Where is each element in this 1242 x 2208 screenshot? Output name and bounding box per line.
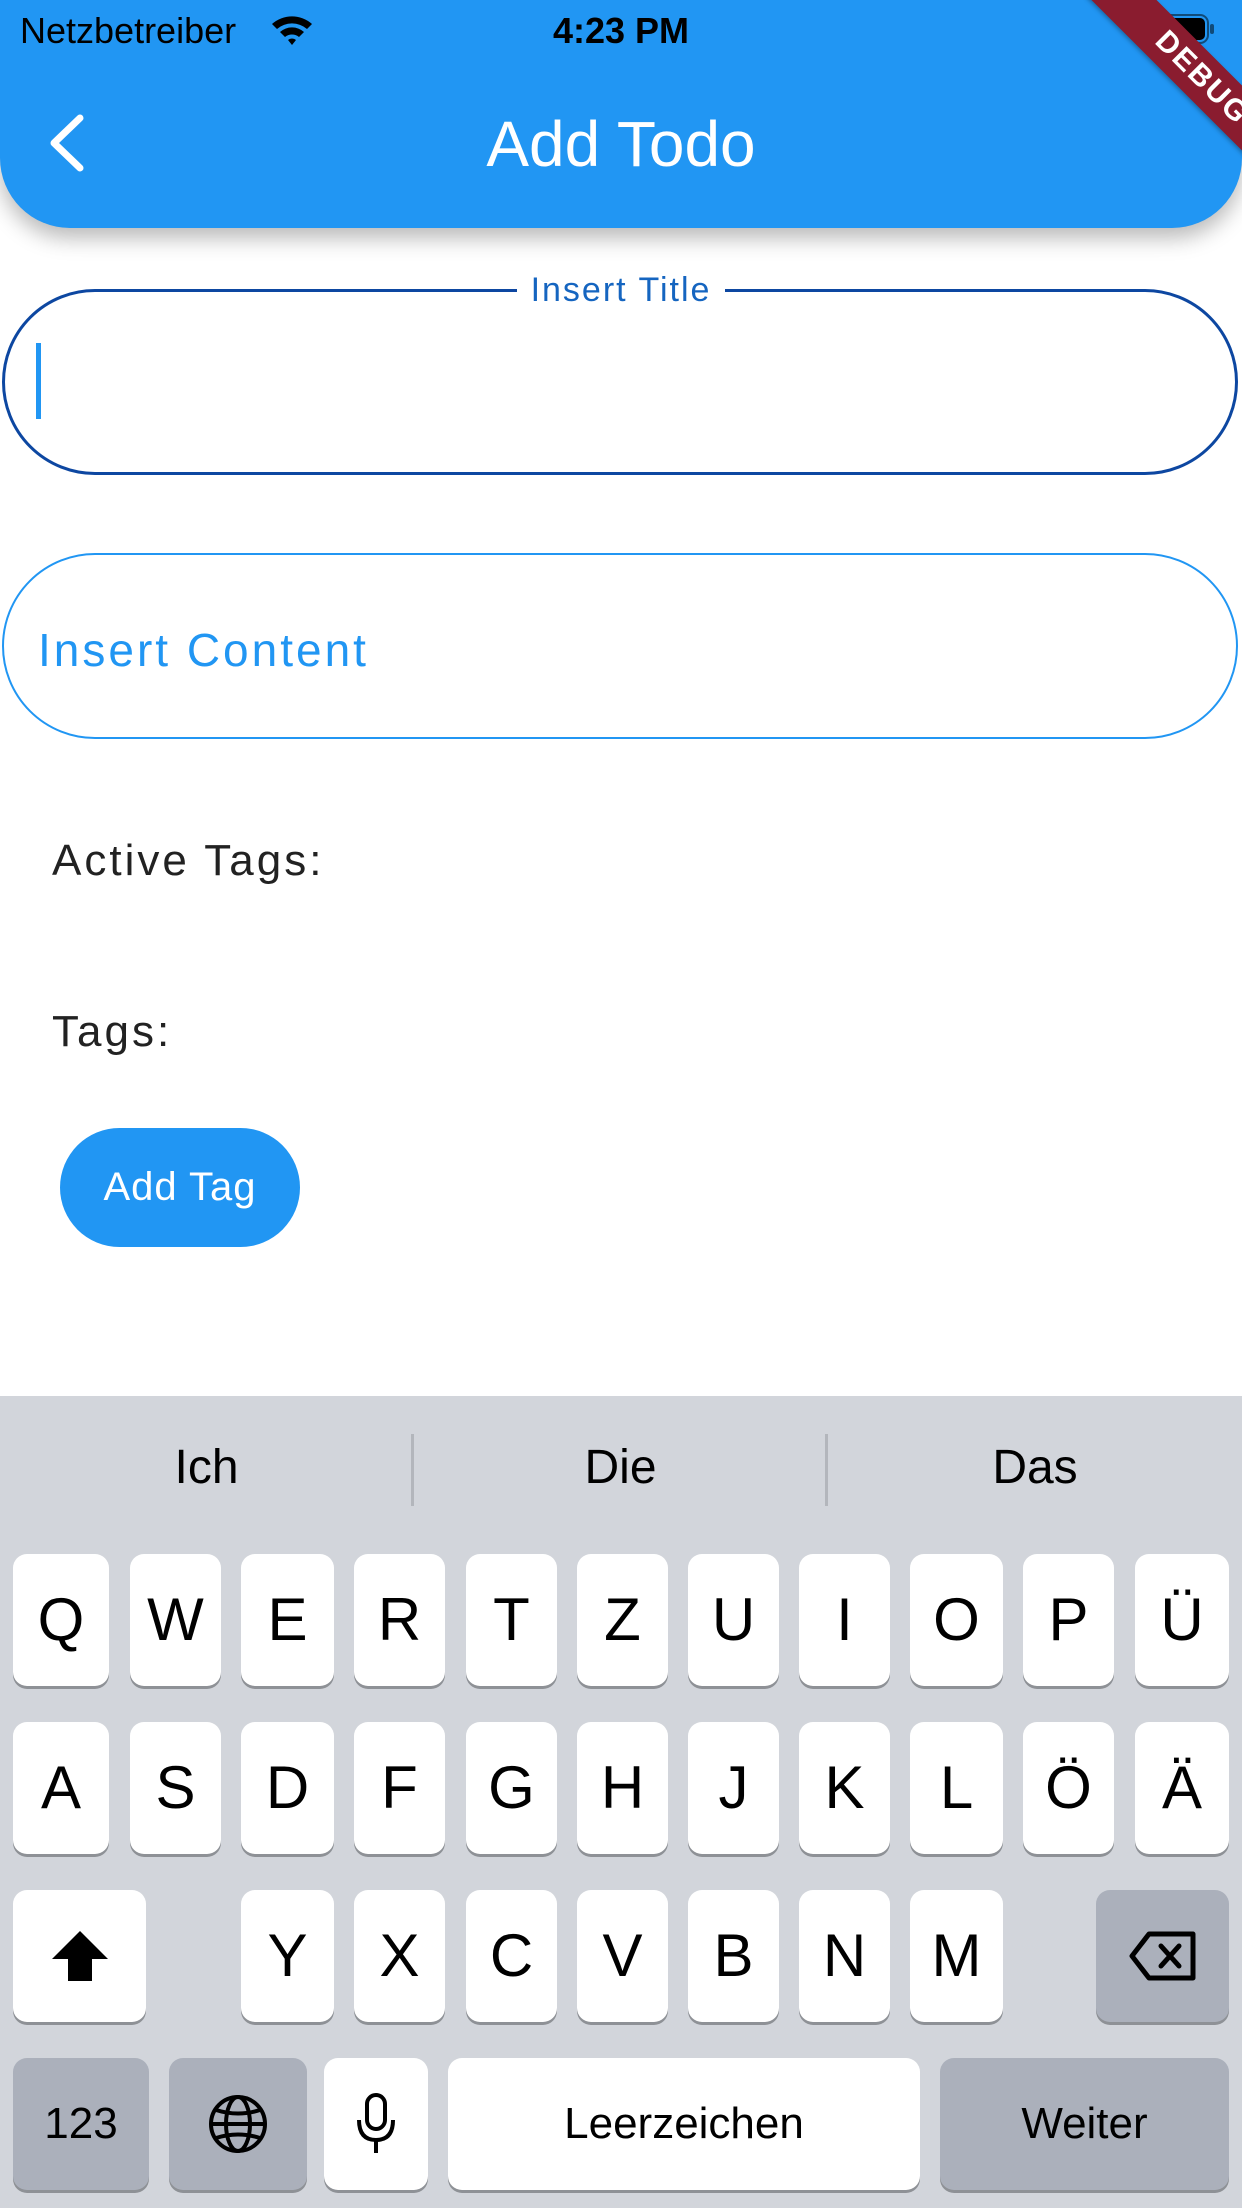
page-title: Add Todo (486, 108, 756, 180)
key-d[interactable]: D (241, 1722, 334, 1854)
key-ae[interactable]: Ä (1135, 1722, 1229, 1854)
active-tags-label: Active Tags: (52, 836, 325, 885)
key-b[interactable]: B (688, 1890, 779, 2022)
numbers-key[interactable]: 123 (13, 2058, 149, 2190)
key-u[interactable]: U (688, 1554, 779, 1686)
key-t[interactable]: T (466, 1554, 557, 1686)
key-z[interactable]: Z (577, 1554, 668, 1686)
microphone-icon (357, 2093, 395, 2153)
key-q[interactable]: Q (13, 1554, 109, 1686)
key-i[interactable]: I (799, 1554, 890, 1686)
key-a[interactable]: A (13, 1722, 109, 1854)
key-w[interactable]: W (130, 1554, 221, 1686)
status-time: 4:23 PM (552, 10, 690, 51)
key-j[interactable]: J (688, 1722, 779, 1854)
suggestion-2[interactable]: Die (414, 1438, 827, 1498)
key-o[interactable]: O (910, 1554, 1003, 1686)
tags-label: Tags: (52, 1007, 173, 1056)
key-h[interactable]: H (577, 1722, 668, 1854)
key-y[interactable]: Y (241, 1890, 334, 2022)
key-ue[interactable]: Ü (1135, 1554, 1229, 1686)
add-todo-screen: Netzbetreiber 4:23 PM Add Todo DE B UG Ins… (0, 0, 1242, 2208)
backspace-icon (1129, 1931, 1195, 1981)
return-key[interactable]: Weiter (940, 2058, 1229, 2190)
key-g[interactable]: G (466, 1722, 557, 1854)
key-p[interactable]: P (1023, 1554, 1114, 1686)
status-bar: Netzbetreiber 4:23 PM (0, 0, 1242, 62)
add-tag-button[interactable]: Add Tag (60, 1128, 300, 1247)
microphone-key[interactable] (324, 2058, 428, 2190)
key-e[interactable]: E (241, 1554, 334, 1686)
key-l[interactable]: L (910, 1722, 1003, 1854)
key-s[interactable]: S (130, 1722, 221, 1854)
key-c[interactable]: C (466, 1890, 557, 2022)
globe-icon (209, 2095, 267, 2153)
text-cursor (36, 343, 41, 419)
title-input-label: Insert Title (516, 271, 726, 309)
key-k[interactable]: K (799, 1722, 890, 1854)
key-n[interactable]: N (799, 1890, 890, 2022)
app-bar: Netzbetreiber 4:23 PM Add Todo (0, 0, 1242, 228)
backspace-key[interactable] (1096, 1890, 1229, 2022)
suggestion-3[interactable]: Das (828, 1438, 1242, 1498)
key-r[interactable]: R (354, 1554, 445, 1686)
content-input-placeholder: Insert Content (38, 624, 369, 676)
key-oe[interactable]: Ö (1023, 1722, 1114, 1854)
globe-key[interactable] (169, 2058, 307, 2190)
title-input-label-wrap: Insert Title (0, 270, 1242, 310)
shift-key[interactable] (13, 1890, 146, 2022)
suggestion-1[interactable]: Ich (0, 1438, 413, 1498)
key-x[interactable]: X (354, 1890, 445, 2022)
on-screen-keyboard: Ich Die Das Q W E R T Z U I O P Ü A S D … (0, 1396, 1242, 2208)
shift-icon (51, 1931, 108, 1981)
title-input[interactable] (2, 289, 1238, 475)
key-v[interactable]: V (577, 1890, 668, 2022)
key-m[interactable]: M (910, 1890, 1003, 2022)
key-f[interactable]: F (354, 1722, 445, 1854)
space-key[interactable]: Leerzeichen (448, 2058, 920, 2190)
